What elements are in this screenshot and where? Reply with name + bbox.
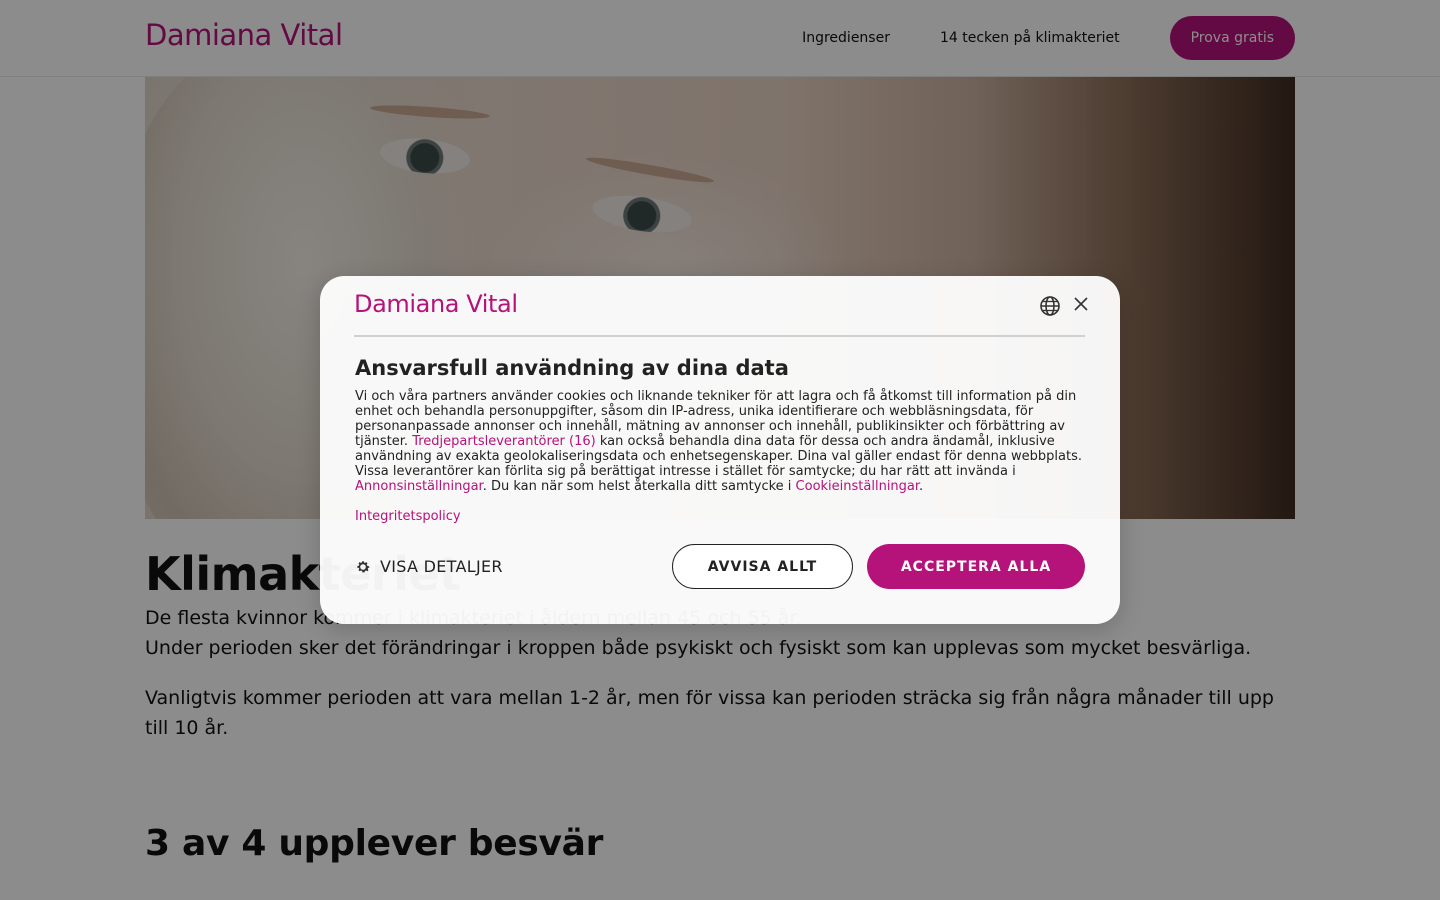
show-details-button[interactable]: VISA DETALJER	[355, 557, 503, 576]
cookie-settings-link[interactable]: Cookieinställningar	[796, 479, 920, 494]
consent-text-3: . Du kan när som helst återkalla ditt sa…	[482, 479, 792, 494]
consent-title: Ansvarsfull användning av dina data	[355, 356, 789, 380]
gear-icon	[357, 560, 370, 572]
show-details-label: VISA DETALJER	[380, 557, 503, 576]
consent-text-4: .	[919, 479, 924, 494]
consent-logo: Damiana Vital	[354, 290, 518, 318]
close-icon[interactable]	[1071, 294, 1091, 314]
ad-settings-link[interactable]: Annonsinställningar	[355, 479, 483, 494]
consent-description: Vi och våra partners använder cookies oc…	[355, 389, 1090, 494]
globe-icon[interactable]	[1039, 295, 1061, 317]
cookie-consent-dialog: Damiana Vital Ansvarsfull användning av …	[320, 276, 1120, 624]
vendors-link[interactable]: Tredjepartsleverantörer (16)	[412, 434, 596, 449]
consent-divider	[354, 335, 1085, 337]
reject-all-button[interactable]: AVVISA ALLT	[672, 544, 853, 589]
privacy-policy-link[interactable]: Integritetspolicy	[355, 509, 461, 524]
accept-all-button[interactable]: ACCEPTERA ALLA	[867, 544, 1085, 589]
